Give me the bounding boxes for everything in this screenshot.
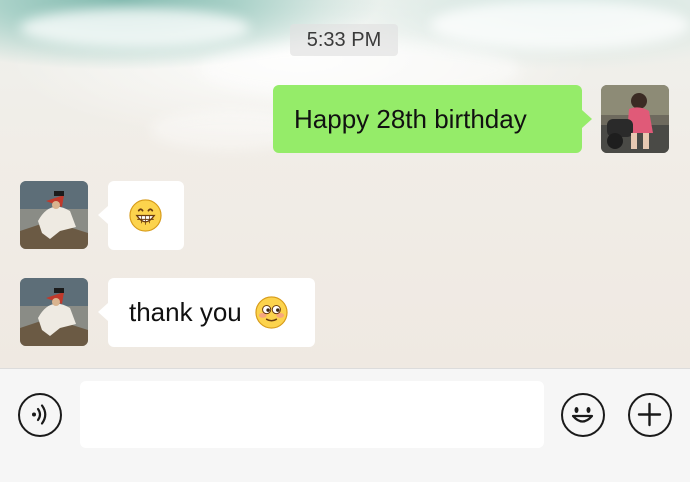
incoming-message-bubble[interactable]: thank you: [98, 278, 315, 347]
message-text: Happy 28th birthday: [294, 104, 527, 134]
my-avatar[interactable]: [601, 85, 669, 153]
grinning-face-emoji: [129, 199, 162, 232]
message-input-bar: [0, 368, 690, 482]
chat-screen: 5:33 PM Happy 28th birthday thank you: [0, 0, 690, 482]
voice-button[interactable]: [18, 393, 62, 437]
blushing-face-emoji: [255, 296, 288, 329]
voice-icon: [32, 404, 47, 425]
smiley-icon: [571, 407, 594, 423]
plus-icon: [637, 402, 662, 427]
message-timestamp: 5:33 PM: [290, 24, 398, 56]
more-button[interactable]: [628, 393, 672, 437]
outgoing-message-bubble[interactable]: Happy 28th birthday: [273, 85, 592, 153]
contact-avatar[interactable]: [20, 181, 88, 249]
contact-avatar[interactable]: [20, 278, 88, 346]
emoji-button[interactable]: [561, 393, 605, 437]
incoming-message-bubble[interactable]: [98, 181, 184, 250]
message-text: thank you: [129, 297, 242, 327]
message-input[interactable]: [80, 381, 544, 448]
